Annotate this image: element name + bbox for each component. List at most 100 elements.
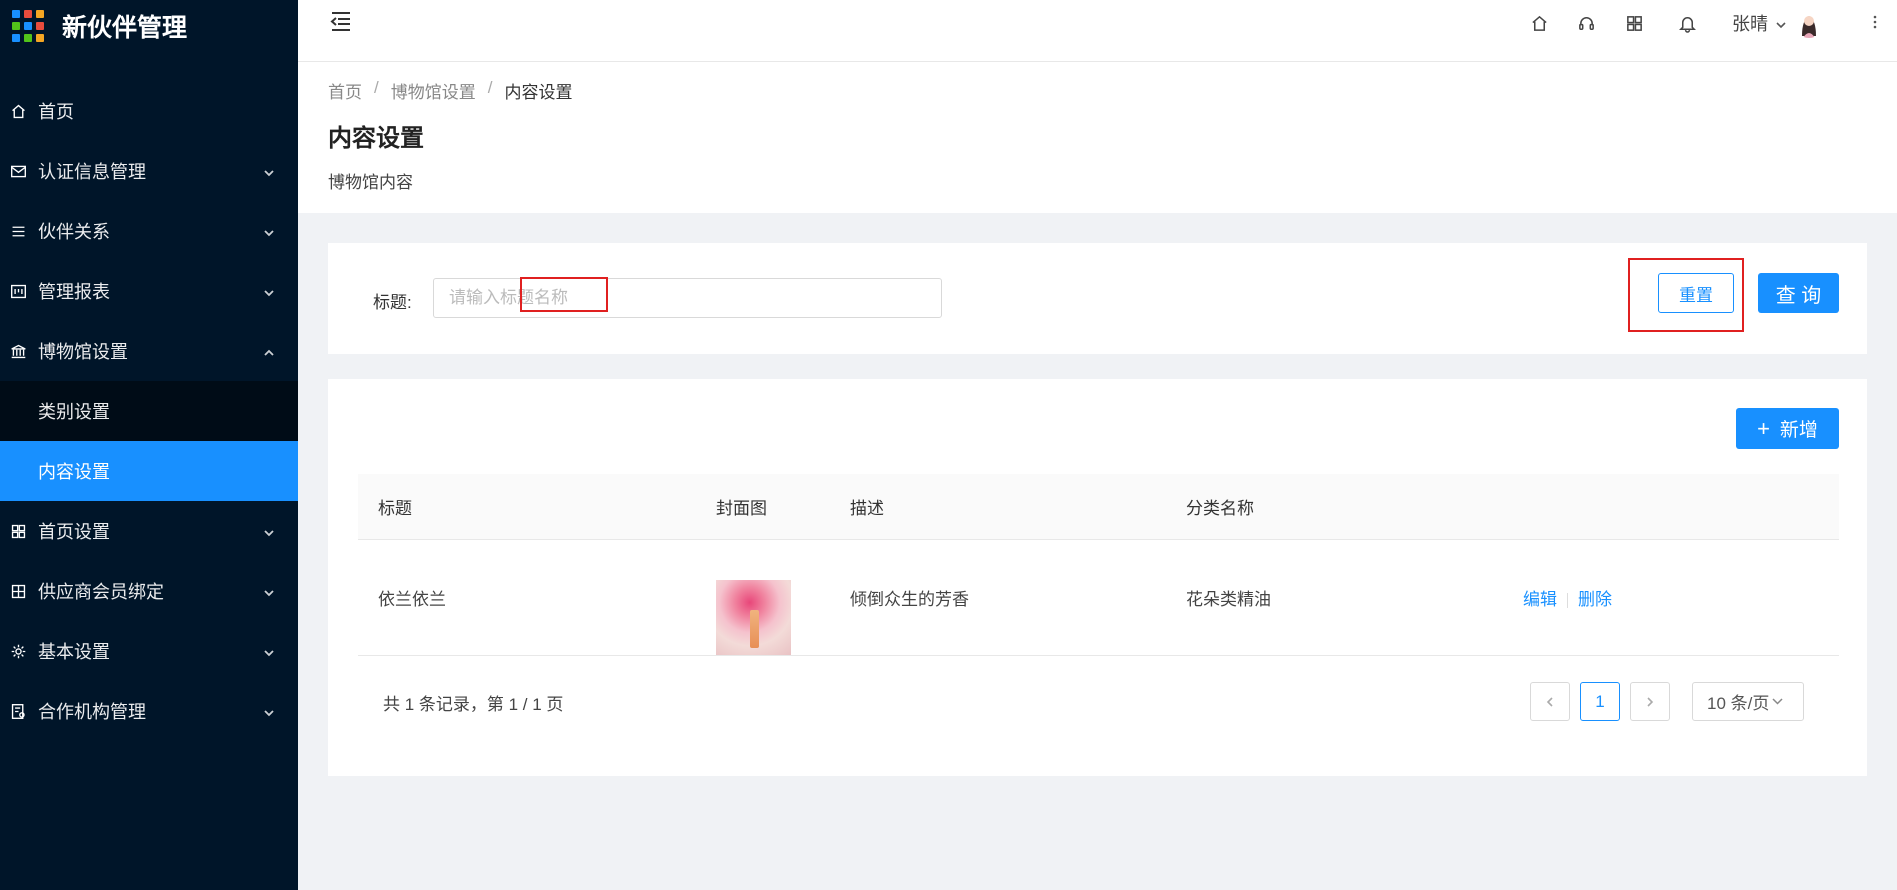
logo-dot <box>36 34 44 42</box>
chevron-down-icon <box>262 224 276 238</box>
chevron-down-icon <box>262 524 276 538</box>
museum-submenu: 类别设置 内容设置 <box>0 381 298 501</box>
logo-dot <box>24 34 32 42</box>
home-icon <box>8 101 28 121</box>
chevron-down-icon <box>262 644 276 658</box>
next-page-button[interactable] <box>1630 682 1670 721</box>
sidebar-item-label: 类别设置 <box>38 402 110 422</box>
headset-icon[interactable] <box>1575 12 1597 34</box>
query-button[interactable]: 查 询 <box>1758 273 1839 313</box>
table-row: 依兰依兰 倾倒众生的芳香 花朵类精油 编辑 删除 <box>358 540 1839 656</box>
search-form: 标题: 重置 查 询 <box>328 243 1867 354</box>
edit-link[interactable]: 编辑 <box>1523 590 1557 609</box>
breadcrumb-museum-settings[interactable]: 博物馆设置 <box>391 78 476 103</box>
page-header: 首页 / 博物馆设置 / 内容设置 内容设置 博物馆内容 <box>298 62 1897 213</box>
title-label: 标题: <box>373 293 412 312</box>
chevron-down-icon <box>1772 698 1783 705</box>
page-description: 博物馆内容 <box>328 173 413 192</box>
logo-dot <box>12 10 20 18</box>
sidebar-item-basic-settings[interactable]: 基本设置 <box>0 621 298 681</box>
reset-button[interactable]: 重置 <box>1658 273 1734 313</box>
sidebar-item-partners[interactable]: 伙伴关系 <box>0 201 298 261</box>
delete-link[interactable]: 删除 <box>1578 590 1612 609</box>
sidebar-item-partner-org[interactable]: 合作机构管理 <box>0 681 298 741</box>
logo-dot <box>12 22 20 30</box>
page-1-button[interactable]: 1 <box>1580 682 1620 721</box>
action-divider <box>1567 593 1568 609</box>
chevron-down-icon <box>262 704 276 718</box>
chevron-left-icon <box>1546 696 1553 707</box>
breadcrumb-current: 内容设置 <box>504 83 573 102</box>
cover-image <box>716 580 791 655</box>
apps-grid-icon <box>12 10 44 42</box>
user-menu[interactable]: 张晴 <box>1732 8 1824 38</box>
sidebar-item-home-settings[interactable]: 首页设置 <box>0 501 298 561</box>
add-button[interactable]: + 新增 <box>1736 408 1839 449</box>
chevron-down-icon <box>262 284 276 298</box>
content-table: 标题 封面图 描述 分类名称 依兰依兰 倾倒众生的芳香 花朵类精油 编辑 删除 <box>358 474 1839 656</box>
page-size-value: 10 条/页 <box>1707 694 1770 713</box>
cell-description: 倾倒众生的芳香 <box>850 590 969 609</box>
sidebar-item-label: 博物馆设置 <box>38 342 128 362</box>
breadcrumb: 首页 / 博物馆设置 / 内容设置 <box>328 78 572 103</box>
pagination-summary: 共 1 条记录，第 1 / 1 页 <box>383 695 564 714</box>
sidebar-item-content-settings[interactable]: 内容设置 <box>0 441 298 501</box>
sidebar-item-label: 供应商会员绑定 <box>38 582 164 602</box>
chevron-down-icon <box>1774 16 1788 30</box>
column-header-cover: 封面图 <box>716 499 767 518</box>
bank-icon <box>8 341 28 361</box>
layout-icon <box>8 521 28 541</box>
list-icon <box>8 221 28 241</box>
cell-category: 花朵类精油 <box>1186 590 1271 609</box>
logo-dot <box>36 10 44 18</box>
more-vertical-icon[interactable] <box>1870 12 1880 32</box>
chevron-down-icon <box>262 584 276 598</box>
table-header: 标题 封面图 描述 分类名称 <box>358 474 1839 540</box>
sidebar-item-supplier-binding[interactable]: 供应商会员绑定 <box>0 561 298 621</box>
sidebar-item-label: 合作机构管理 <box>38 702 146 722</box>
home-icon[interactable] <box>1528 12 1550 34</box>
sidebar-item-label: 首页设置 <box>38 522 110 542</box>
sidebar-item-label: 首页 <box>38 102 74 122</box>
apps-icon[interactable] <box>1623 12 1645 34</box>
sidebar-item-home[interactable]: 首页 <box>0 81 298 141</box>
page-size-select[interactable]: 10 条/页 <box>1692 682 1804 721</box>
chevron-up-icon <box>262 344 276 358</box>
sidebar-item-label: 内容设置 <box>38 462 110 482</box>
sidebar-item-certification[interactable]: 认证信息管理 <box>0 141 298 201</box>
top-header: 张晴 <box>298 0 1897 62</box>
column-header-description: 描述 <box>850 499 884 518</box>
sidebar-item-label: 认证信息管理 <box>38 162 146 182</box>
sidebar-menu: 首页 认证信息管理 伙伴关系 管理报表 博物馆设置 类别设置 内容设置 首页设置… <box>0 81 298 741</box>
logo-dot <box>24 10 32 18</box>
row-actions: 编辑 删除 <box>1523 585 1612 610</box>
report-icon <box>8 281 28 301</box>
content-table-card: + 新增 标题 封面图 描述 分类名称 依兰依兰 倾倒众生的芳香 花朵类精油 编… <box>328 379 1867 776</box>
avatar[interactable] <box>1794 8 1824 38</box>
sidebar: 新伙伴管理 首页 认证信息管理 伙伴关系 管理报表 博物馆设置 类别设置 内容设… <box>0 0 298 890</box>
title-search-input[interactable] <box>433 278 942 318</box>
audit-icon <box>8 701 28 721</box>
sidebar-item-label: 伙伴关系 <box>38 222 110 242</box>
chevron-right-icon <box>1647 696 1654 707</box>
sidebar-item-label: 基本设置 <box>38 642 110 662</box>
logo-dot <box>24 22 32 30</box>
user-name: 张晴 <box>1732 14 1768 34</box>
app-title: 新伙伴管理 <box>62 14 188 42</box>
mail-icon <box>8 161 28 181</box>
sidebar-item-reports[interactable]: 管理报表 <box>0 261 298 321</box>
cell-title: 依兰依兰 <box>378 590 446 609</box>
breadcrumb-separator: / <box>374 78 379 97</box>
add-button-label: 新增 <box>1779 420 1818 441</box>
sidebar-item-category-settings[interactable]: 类别设置 <box>0 381 298 441</box>
bell-icon[interactable] <box>1676 12 1698 34</box>
breadcrumb-home[interactable]: 首页 <box>328 78 362 103</box>
prev-page-button[interactable] <box>1530 682 1570 721</box>
sidebar-item-label: 管理报表 <box>38 282 110 302</box>
logo[interactable]: 新伙伴管理 <box>0 0 298 52</box>
menu-fold-icon[interactable] <box>328 10 352 32</box>
sidebar-item-museum-settings[interactable]: 博物馆设置 <box>0 321 298 381</box>
chevron-down-icon <box>262 164 276 178</box>
plus-icon: + <box>1757 415 1770 441</box>
gear-icon <box>8 641 28 661</box>
